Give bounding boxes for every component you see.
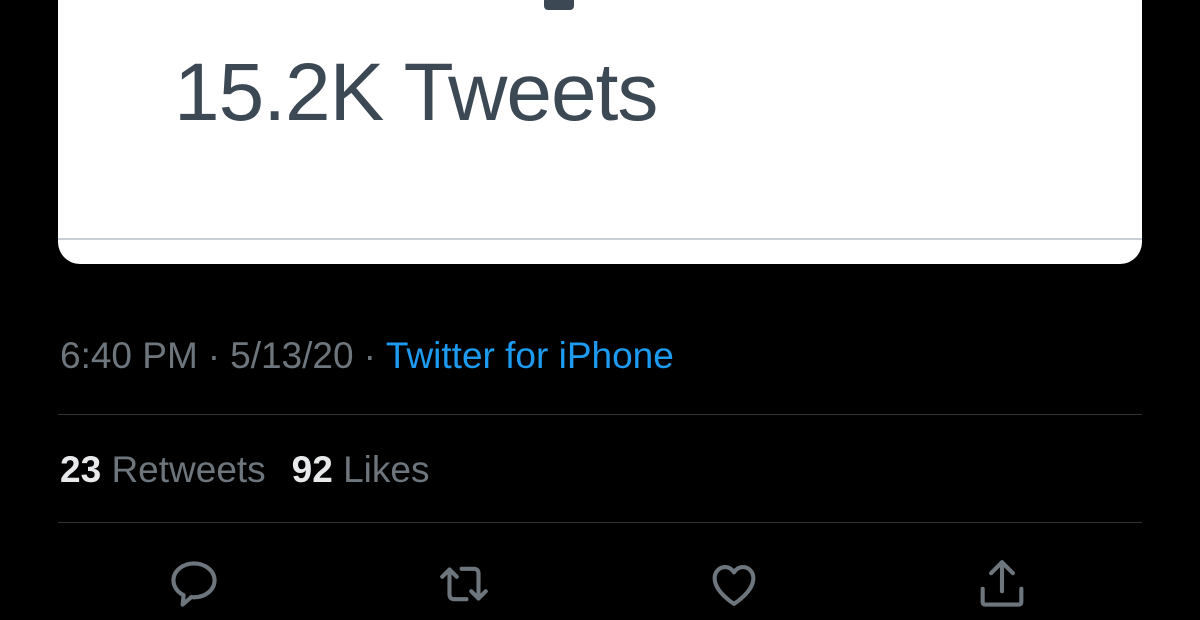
heart-icon	[712, 565, 756, 606]
meta-separator: ·	[207, 335, 221, 376]
likes-label: Likes	[343, 449, 430, 490]
tweet-stats: 23 Retweets 92 Likes	[60, 448, 430, 492]
likes-stat[interactable]: 92 Likes	[292, 449, 430, 490]
like-button[interactable]	[702, 552, 766, 616]
tweet-time: 6:40 PM	[60, 335, 198, 376]
retweet-button[interactable]	[432, 552, 496, 616]
tweet-action-bar	[0, 552, 1200, 620]
divider	[58, 414, 1142, 415]
card-divider	[58, 238, 1142, 240]
retweets-count: 23	[60, 449, 102, 490]
divider	[58, 522, 1142, 523]
retweet-arrows-icon	[440, 566, 488, 602]
speech-bubble-icon	[171, 561, 217, 607]
reply-button[interactable]	[162, 552, 226, 616]
share-upload-icon	[980, 560, 1024, 607]
cropped-text-fragment	[544, 0, 574, 10]
tweet-date: 5/13/20	[230, 335, 354, 376]
meta-separator: ·	[363, 335, 376, 376]
tweet-count: 15.2K Tweets	[174, 47, 658, 138]
likes-count: 92	[291, 449, 333, 490]
share-button[interactable]	[970, 552, 1034, 616]
tweet-source-link[interactable]: Twitter for iPhone	[386, 335, 674, 376]
retweets-stat[interactable]: 23 Retweets	[60, 449, 266, 490]
retweets-label: Retweets	[111, 449, 266, 490]
embedded-profile-card: 15.2K Tweets	[58, 0, 1142, 264]
tweet-meta: 6:40 PM · 5/13/20 · Twitter for iPhone	[60, 334, 674, 378]
